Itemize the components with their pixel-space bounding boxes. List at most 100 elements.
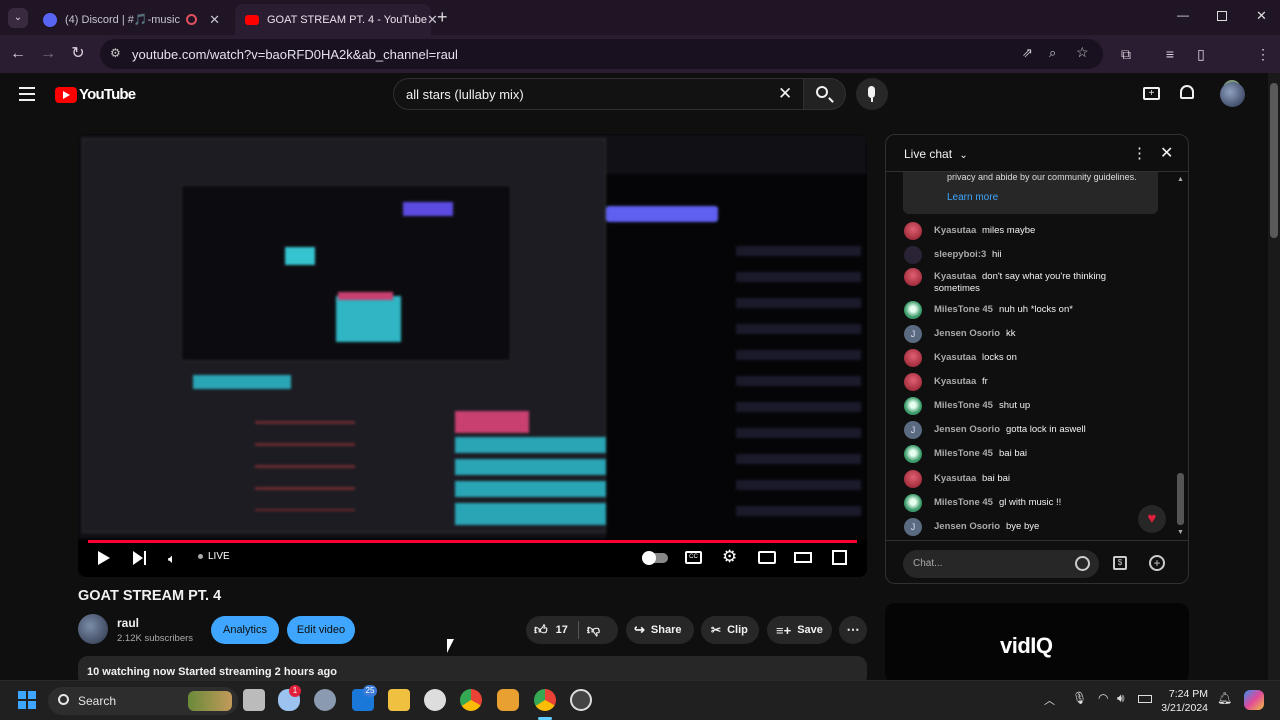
volume-icon[interactable]: 🔈︎ bbox=[168, 551, 176, 567]
chat-author-name[interactable]: sleepyboi:3 bbox=[934, 249, 986, 260]
chat-author-avatar[interactable] bbox=[904, 445, 922, 463]
settings-gear-icon[interactable]: ⚙ bbox=[722, 547, 737, 567]
chat-author-avatar[interactable] bbox=[904, 222, 922, 240]
voice-search-button[interactable] bbox=[856, 78, 888, 110]
analytics-button[interactable]: Analytics bbox=[211, 616, 279, 644]
chat-author-avatar[interactable] bbox=[904, 268, 922, 286]
windows-start-icon[interactable] bbox=[18, 691, 36, 709]
address-bar[interactable]: ⚙ youtube.com/watch?v=baoRFD0HA2k&ab_cha… bbox=[100, 39, 1103, 69]
account-avatar[interactable] bbox=[1220, 82, 1245, 107]
scroll-down-icon[interactable]: ▼ bbox=[1177, 529, 1184, 536]
zoom-icon[interactable]: ⌕ bbox=[1049, 45, 1056, 61]
minimize-icon[interactable]: — bbox=[1177, 8, 1189, 22]
wifi-icon[interactable]: ◠ bbox=[1098, 691, 1108, 705]
browser-menu-icon[interactable]: ⋮ bbox=[1253, 44, 1273, 64]
video-player[interactable]: 🔈︎ LIVE CC ⚙ bbox=[78, 134, 867, 577]
battery-icon[interactable] bbox=[1138, 695, 1152, 703]
learn-more-link[interactable]: Learn more bbox=[947, 192, 998, 203]
chat-author-avatar[interactable] bbox=[904, 349, 922, 367]
chat-author-name[interactable]: MilesTone 45 bbox=[934, 400, 993, 411]
chat-author-name[interactable]: Jensen Osorio bbox=[934, 328, 1000, 339]
scroll-up-icon[interactable]: ▲ bbox=[1177, 176, 1184, 183]
chat-author-name[interactable]: MilesTone 45 bbox=[934, 304, 993, 315]
app-icon[interactable] bbox=[424, 689, 446, 711]
notifications-bell-icon[interactable] bbox=[1180, 85, 1194, 99]
dislike-button[interactable]: 👎︎ bbox=[587, 622, 600, 638]
live-indicator[interactable]: LIVE bbox=[198, 551, 230, 562]
chat-author-name[interactable]: Kyasutaa bbox=[934, 271, 976, 282]
chat-author-avatar[interactable] bbox=[904, 301, 922, 319]
autoplay-toggle[interactable] bbox=[642, 551, 668, 565]
chat-author-avatar[interactable]: J bbox=[904, 421, 922, 439]
taskbar-search[interactable]: Search bbox=[48, 687, 238, 715]
copilot-icon[interactable] bbox=[1244, 690, 1264, 710]
media-player-icon[interactable] bbox=[570, 689, 592, 711]
reload-icon[interactable]: ↻ bbox=[68, 44, 88, 64]
chat-author-name[interactable]: MilesTone 45 bbox=[934, 448, 993, 459]
more-actions-button[interactable]: ⋯ bbox=[839, 616, 867, 644]
save-button[interactable]: ≡+ Save bbox=[767, 616, 832, 644]
close-chat-icon[interactable]: ✕ bbox=[1160, 143, 1173, 163]
chat-author-avatar[interactable]: J bbox=[904, 518, 922, 536]
tab-discord[interactable]: (4) Discord | #🎵-music-cm ✕ bbox=[33, 4, 230, 35]
chrome-active-icon[interactable] bbox=[534, 689, 556, 711]
chat-scroll-thumb[interactable] bbox=[1177, 473, 1184, 525]
file-explorer-icon[interactable] bbox=[388, 689, 410, 711]
chat-author-name[interactable]: Kyasutaa bbox=[934, 376, 976, 387]
site-info-icon[interactable]: ⚙ bbox=[110, 46, 121, 60]
clear-search-icon[interactable]: ✕ bbox=[778, 84, 792, 104]
channel-name[interactable]: raul bbox=[117, 616, 139, 630]
forward-icon[interactable]: → bbox=[38, 44, 58, 64]
chat-author-avatar[interactable] bbox=[904, 373, 922, 391]
new-tab-icon[interactable]: + bbox=[437, 7, 448, 28]
chat-author-avatar[interactable]: J bbox=[904, 325, 922, 343]
page-scrollbar[interactable] bbox=[1268, 73, 1280, 680]
chat-author-avatar[interactable] bbox=[904, 246, 922, 264]
play-icon[interactable] bbox=[98, 551, 110, 565]
settings-gear-icon[interactable] bbox=[314, 689, 336, 711]
show-hidden-icons-icon[interactable]: ︿ bbox=[1044, 692, 1055, 708]
restore-icon[interactable] bbox=[1217, 11, 1227, 21]
chat-author-name[interactable]: Kyasutaa bbox=[934, 225, 976, 236]
edit-video-button[interactable]: Edit video bbox=[287, 616, 355, 644]
youtube-logo[interactable]: YouTube bbox=[55, 86, 136, 103]
theater-mode-icon[interactable] bbox=[794, 552, 812, 563]
add-icon[interactable]: + bbox=[1149, 555, 1165, 571]
bookmark-star-icon[interactable]: ☆ bbox=[1076, 44, 1089, 61]
share-button[interactable]: ↪ Share bbox=[626, 616, 694, 644]
tab-youtube[interactable]: GOAT STREAM PT. 4 - YouTube ✕ bbox=[235, 4, 438, 35]
like-button[interactable]: 👍︎ 17 bbox=[526, 622, 568, 638]
chat-author-avatar[interactable] bbox=[904, 494, 922, 512]
chat-more-icon[interactable]: ⋮ bbox=[1132, 144, 1147, 162]
live-chat-mode-dropdown[interactable]: Live chat ⌄ bbox=[904, 147, 968, 161]
chat-input[interactable]: Chat... bbox=[903, 550, 1099, 578]
notification-bell-icon[interactable]: 🔔︎ bbox=[1217, 691, 1232, 705]
chat-message[interactable]: Kyasutaa don't say what you're thinking so… bbox=[904, 268, 1164, 296]
subtitles-icon[interactable]: CC bbox=[685, 551, 702, 564]
miniplayer-icon[interactable] bbox=[758, 551, 776, 564]
chat-author-name[interactable]: Kyasutaa bbox=[934, 473, 976, 484]
search-button[interactable] bbox=[803, 78, 846, 110]
tab-search-icon[interactable]: ≡ bbox=[1160, 44, 1180, 64]
chat-author-name[interactable]: MilesTone 45 bbox=[934, 497, 993, 508]
close-window-icon[interactable]: ✕ bbox=[1256, 8, 1267, 24]
chat-author-avatar[interactable] bbox=[904, 470, 922, 488]
microphone-tray-icon[interactable]: 🎙︎ bbox=[1072, 691, 1087, 705]
chrome-icon[interactable] bbox=[460, 689, 482, 711]
clip-button[interactable]: ✂ Clip bbox=[701, 616, 759, 644]
side-panel-icon[interactable]: ▯ bbox=[1191, 44, 1211, 64]
super-chat-icon[interactable]: $ bbox=[1113, 556, 1127, 570]
open-in-app-icon[interactable]: ⇗ bbox=[1022, 45, 1033, 61]
extensions-icon[interactable]: ⧉ bbox=[1116, 44, 1136, 64]
chat-author-avatar[interactable] bbox=[904, 397, 922, 415]
channel-avatar[interactable] bbox=[78, 614, 108, 644]
back-icon[interactable]: ← bbox=[8, 44, 28, 64]
chat-author-name[interactable]: Jensen Osorio bbox=[934, 521, 1000, 532]
chat-scrollbar[interactable]: ▲ ▼ bbox=[1177, 176, 1184, 536]
chat-author-name[interactable]: Kyasutaa bbox=[934, 352, 976, 363]
heart-reaction-button[interactable]: ♥ bbox=[1138, 505, 1166, 533]
close-icon[interactable]: ✕ bbox=[209, 12, 220, 28]
search-input[interactable]: all stars (lullaby mix) ✕ bbox=[393, 78, 804, 110]
create-video-icon[interactable]: + bbox=[1143, 87, 1160, 100]
emoji-icon[interactable] bbox=[1075, 556, 1090, 571]
